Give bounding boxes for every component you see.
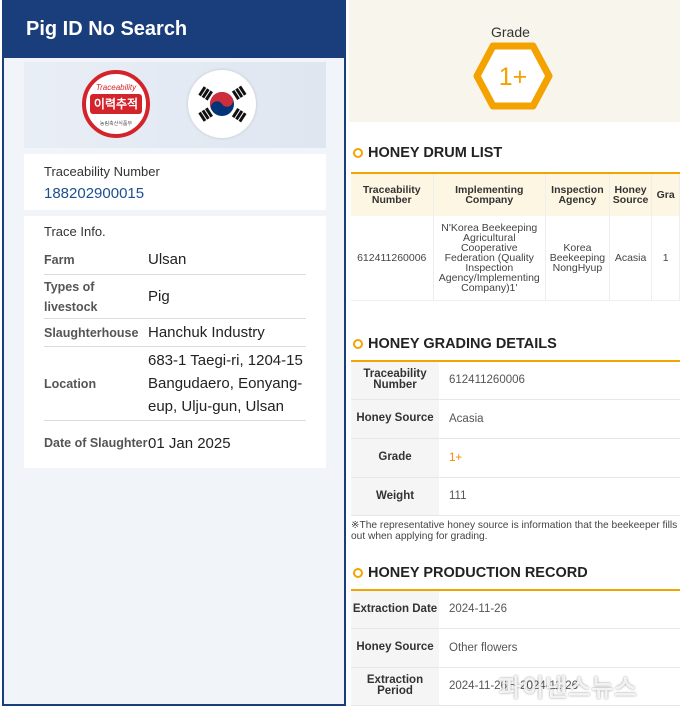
table-cell: Acasia xyxy=(609,216,653,301)
traceability-card: Traceability Number 188202900015 xyxy=(24,154,326,210)
table-cell: N'Korea Beekeeping Agricultural Cooperat… xyxy=(433,216,547,301)
table-row: Honey Source Acasia xyxy=(351,399,680,439)
honey-panel: Grade 1+ HONEY DRUM LIST Traceability Nu… xyxy=(349,0,680,714)
row-value: Pig xyxy=(148,288,170,305)
row-label: Grade xyxy=(351,438,439,478)
grade-title: Grade xyxy=(491,24,530,40)
table-cell: Korea Beekeeping NongHyup xyxy=(545,216,610,301)
traceability-label: Traceability Number xyxy=(44,164,160,179)
grading-note: ※The representative honey source is info… xyxy=(351,520,678,542)
row-label: Traceability Number xyxy=(351,361,439,400)
section-bullet-icon xyxy=(353,339,363,349)
row-value: Ulsan xyxy=(148,251,187,268)
column-header: Honey Source xyxy=(609,174,653,216)
grade-hexagon-icon: 1+ xyxy=(473,42,553,110)
row-label: Honey Source xyxy=(351,628,439,668)
trace-info-card: Trace Info. Farm Ulsan Types of livestoc… xyxy=(24,216,326,468)
column-header: Inspection Agency xyxy=(545,174,610,216)
column-header: Traceability Number xyxy=(351,174,434,216)
row-value: 111 xyxy=(439,477,680,516)
section-title-text: HONEY PRODUCTION RECORD xyxy=(368,565,588,581)
row-value: 683-1 Taegi-ri, 1204-15 Bangudaero, Eony… xyxy=(148,352,303,415)
row-label: Types of livestock xyxy=(44,279,98,314)
table-row: Weight 111 xyxy=(351,477,680,516)
trace-row-date: Date of Slaughter 01 Jan 2025 xyxy=(44,421,306,465)
row-value: Hanchuk Industry xyxy=(148,324,265,341)
row-value: 01 Jan 2025 xyxy=(148,434,231,452)
row-label: Extraction Period xyxy=(351,667,439,706)
drum-list-table: Traceability Number Implementing Company… xyxy=(351,174,680,301)
section-bullet-icon xyxy=(353,568,363,578)
row-label: Extraction Date xyxy=(351,590,439,629)
row-value: 612411260006 xyxy=(439,361,680,400)
grading-details-title: HONEY GRADING DETAILS xyxy=(353,336,557,352)
column-header: Gra xyxy=(651,174,680,216)
section-bullet-icon xyxy=(353,148,363,158)
drum-list-title: HONEY DRUM LIST xyxy=(353,145,502,161)
column-header: Implementing Company xyxy=(433,174,547,216)
table-row: Grade 1+ xyxy=(351,438,680,478)
row-value: 2024-11-26 xyxy=(439,590,680,629)
row-value: Other flowers xyxy=(439,628,680,668)
traceability-number: 188202900015 xyxy=(44,185,145,202)
table-cell: 1 xyxy=(651,216,680,301)
logo-band: Traceability 이력추적 농림축산식품부 xyxy=(24,62,326,148)
trace-row-location: Location 683-1 Taegi-ri, 1204-15 Banguda… xyxy=(44,347,306,421)
news-watermark: 파이낸스뉴스 xyxy=(499,674,638,702)
logo-bottom-text: 농림축산식품부 xyxy=(99,121,133,127)
logo-korean-text: 이력추적 xyxy=(90,94,142,114)
grade-cell: 1+ xyxy=(439,438,680,478)
traceability-logo-icon: Traceability 이력추적 농림축산식품부 xyxy=(82,70,150,138)
row-label: Farm xyxy=(44,252,75,267)
row-label: Slaughterhouse xyxy=(44,325,139,340)
trace-row-farm: Farm Ulsan xyxy=(44,245,306,275)
row-label: Date of Slaughter xyxy=(44,436,148,450)
section-title-text: HONEY DRUM LIST xyxy=(368,145,503,161)
section-title-text: HONEY GRADING DETAILS xyxy=(368,336,557,352)
logo-top-text: Traceability xyxy=(95,83,137,92)
drum-list-table-wrapper[interactable]: Traceability Number Implementing Company… xyxy=(351,172,680,304)
row-label: Honey Source xyxy=(351,399,439,439)
production-record-title: HONEY PRODUCTION RECORD xyxy=(353,565,588,581)
table-cell: 612411260006 xyxy=(351,216,434,301)
pig-search-panel: Pig ID No Search Traceability 이력추적 농림축산식… xyxy=(2,0,346,706)
trace-row-livestock: Types of livestock Pig xyxy=(44,275,306,319)
trace-row-slaughterhouse: Slaughterhouse Hanchuk Industry xyxy=(44,319,306,347)
screen: Pig ID No Search Traceability 이력추적 농림축산식… xyxy=(0,0,680,714)
row-value: Acasia xyxy=(439,399,680,439)
table-row: 612411260006 N'Korea Beekeeping Agricult… xyxy=(351,216,680,301)
table-row: Honey Source Other flowers xyxy=(351,628,680,668)
row-label: Location xyxy=(44,376,97,391)
table-row: Extraction Date 2024-11-26 xyxy=(351,590,680,629)
grading-details-table: Traceability Number 612411260006 Honey S… xyxy=(351,360,680,516)
grade-band: Grade 1+ xyxy=(349,0,680,122)
korea-flag-icon xyxy=(188,70,256,138)
trace-info-title: Trace Info. xyxy=(44,224,106,239)
grade-value: 1+ xyxy=(499,63,528,91)
panel-header: Pig ID No Search xyxy=(4,2,344,58)
table-row: Traceability Number 612411260006 xyxy=(351,361,680,400)
row-label: Weight xyxy=(351,477,439,516)
